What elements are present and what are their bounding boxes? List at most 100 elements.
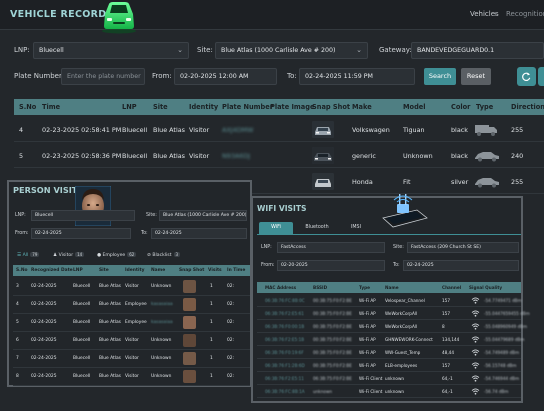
wifi-from-date[interactable]: 02-20-2025 bbox=[277, 260, 385, 271]
gateway-field[interactable]: BANDEVEDGEGUARD0.1 bbox=[411, 42, 544, 59]
people-icon: ☰ bbox=[17, 253, 22, 258]
cell-name[interactable]: kasasaiaa bbox=[151, 320, 173, 325]
col-mac: MAC Address bbox=[265, 285, 297, 290]
table-row[interactable]: 06:3B:76:F2:E5:1B 00:3B:75:F0:F2:BE Wi-Fi … bbox=[257, 334, 524, 346]
lnp-label: LNP: bbox=[14, 46, 30, 54]
col-snapshot: Snap Shot bbox=[312, 103, 351, 111]
col-sno: S.No bbox=[16, 268, 28, 273]
cell-mac[interactable]: 06:3B:76:F0:00:1B bbox=[265, 324, 304, 329]
tab-employee[interactable]: ● Employee 62 bbox=[97, 252, 137, 262]
tab-blacklist[interactable]: ⊘ Blacklist 3 bbox=[147, 252, 181, 262]
table-row[interactable]: 7 02-24-2025 Bluecell Blue Atlas Visitor Unkn… bbox=[13, 350, 250, 368]
plate-number-label: Plate Number: bbox=[14, 72, 65, 80]
from-date-input[interactable]: 02-20-2025 12:00 AM bbox=[174, 68, 277, 85]
person-site-select[interactable]: Blue Atlas (1000 Carlisle Ave # 200) bbox=[159, 210, 247, 221]
vehicle-title: VEHICLE RECORDS bbox=[10, 9, 114, 20]
table-row[interactable]: 06:3B:76:F2:E5:11 06:3B:75:F0:F2:BE Wi-Fi … bbox=[257, 373, 521, 385]
refresh-button[interactable] bbox=[517, 67, 536, 86]
cell-plate-number[interactable]: AXJ4DMW bbox=[222, 126, 253, 134]
wifi-lnp-select[interactable]: FastAccess bbox=[277, 242, 385, 253]
breadcrumb-recognition: Recognition bbox=[506, 10, 544, 18]
cell-time: 02-23-2025 02:58:36 PM bbox=[42, 152, 122, 160]
table-row[interactable]: 6 02-24-2025 Bluecell Blue Atlas Visitor Unkn… bbox=[13, 332, 250, 350]
lnp-select[interactable]: Bluecell ⌄ bbox=[33, 42, 189, 59]
cell-plate-number[interactable]: N93A6DJ bbox=[222, 152, 250, 160]
cell-mac[interactable]: 06:3B:76:F2:E5:61 bbox=[265, 311, 304, 316]
cell-visits: 1 bbox=[210, 284, 213, 289]
table-row[interactable]: 06:3B:76:FC:8B:0C 00:3B:75:F0:F2:BE Wi-Fi … bbox=[257, 295, 522, 307]
snapshot-thumbnail[interactable] bbox=[183, 370, 196, 383]
cell-channel: 134,144 bbox=[442, 337, 460, 342]
table-row[interactable]: 4 02-24-2025 Bluecell Blue Atlas Employee kas… bbox=[13, 296, 250, 314]
col-signal-quality: Signal Quality bbox=[469, 285, 503, 290]
search-button[interactable]: Search bbox=[424, 68, 456, 85]
cell-visits: 1 bbox=[210, 356, 213, 361]
tab-wifi[interactable]: WiFi bbox=[259, 222, 293, 234]
cell-date: 02-24-2025 bbox=[31, 356, 57, 361]
cell-name: Unknown bbox=[151, 284, 172, 289]
table-row[interactable]: 5 02-23-2025 02:58:36 PM Bluecell Blue A… bbox=[14, 144, 544, 168]
table-row[interactable]: 06:3B:76:F1:2B:6D 00:3B:75:F0:F2:BE Wi-Fi … bbox=[257, 360, 521, 372]
snapshot-thumbnail[interactable] bbox=[312, 173, 334, 190]
cell-type: Wi-Fi Client bbox=[359, 376, 383, 381]
cell-type: Wi-Fi AP bbox=[359, 311, 376, 316]
vehicle-table-header: S.No Time LNP Site Identity Plate Number… bbox=[14, 99, 544, 115]
col-name: Name bbox=[385, 285, 399, 290]
tab-bluetooth[interactable]: Bluetooth bbox=[299, 222, 335, 234]
wifi-visits-title: WIFI VISITS bbox=[257, 204, 307, 213]
col-type: Type bbox=[476, 103, 494, 111]
tab-all[interactable]: ☰ All 79 bbox=[17, 252, 40, 262]
cell-name: ELB-employees bbox=[385, 363, 418, 368]
person-icon: ♟ bbox=[53, 253, 58, 258]
person-to-label: To: bbox=[141, 231, 148, 236]
cell-mac[interactable]: 06:3B:76:FC:8B:0C bbox=[265, 298, 305, 303]
tab-visitor[interactable]: ♟ Visitor 14 bbox=[53, 252, 85, 262]
wifi-site-select[interactable]: FastAccess (209 Church St SE) bbox=[407, 242, 519, 253]
cell-identity: Visitor bbox=[125, 356, 139, 361]
wifi-signal-icon bbox=[471, 362, 480, 369]
cell-time: 02-23-2025 02:58:41 PM bbox=[42, 126, 122, 134]
snapshot-thumbnail[interactable] bbox=[183, 334, 196, 347]
snapshot-thumbnail[interactable] bbox=[183, 316, 196, 329]
snapshot-thumbnail[interactable] bbox=[183, 352, 196, 365]
cell-mac[interactable]: 06:3B:76:F1:2B:6D bbox=[265, 363, 305, 368]
cell-identity: Visitor bbox=[125, 374, 139, 379]
cell-mac[interactable]: 06:3B:76:F2:E5:11 bbox=[265, 376, 304, 381]
table-row[interactable]: 06:3B:76:FC:8B:1A unknown Wi-Fi Client unkn… bbox=[257, 386, 521, 398]
cell-lnp: Bluecell bbox=[122, 152, 148, 160]
cell-signal: -54.749489 dBm bbox=[484, 350, 520, 355]
person-to-date[interactable]: 02-24-2025 bbox=[151, 228, 247, 239]
table-row[interactable]: 3 02-24-2025 Bluecell Blue Atlas Visitor Unkn… bbox=[13, 278, 250, 296]
reset-button[interactable]: Reset bbox=[461, 68, 491, 85]
cell-name[interactable]: kasasaiaa bbox=[151, 302, 173, 307]
cell-mac[interactable]: 06:3B:76:F2:E5:1B bbox=[265, 337, 304, 342]
cell-model: Fit bbox=[403, 178, 411, 186]
snapshot-thumbnail[interactable] bbox=[183, 280, 196, 293]
table-row[interactable]: 06:3B:76:F2:E5:61 00:3B:75:F0:F2:BE Wi-Fi … bbox=[257, 308, 530, 320]
wifi-signal-icon bbox=[471, 323, 480, 330]
person-site-value: Blue Atlas (1000 Carlisle Ave # 200) bbox=[163, 213, 247, 218]
table-row[interactable]: 06:3B:76:F0:00:1B 00:3B:75:F0:F2:BE Wi-Fi … bbox=[257, 321, 527, 333]
table-row[interactable]: 5 02-24-2025 Bluecell Blue Atlas Employee kas… bbox=[13, 314, 250, 332]
site-select[interactable]: Blue Atlas (1000 Carlisle Ave # 200) ⌄ bbox=[215, 42, 368, 59]
snapshot-thumbnail[interactable] bbox=[312, 121, 334, 138]
snapshot-thumbnail[interactable] bbox=[312, 147, 334, 164]
plate-number-input[interactable]: Enter the plate number bbox=[61, 68, 145, 85]
to-date-input[interactable]: 02-24-2025 11:59 PM bbox=[299, 68, 415, 85]
person-from-date[interactable]: 02-24-2025 bbox=[31, 228, 131, 239]
person-from-label: From: bbox=[15, 231, 29, 236]
cell-bssid: 00:3B:75:F0:F2:BE bbox=[313, 298, 352, 303]
table-row[interactable]: 06:3B:76:F0:19:6F 00:3B:75:F0:F2:BE Wi-Fi … bbox=[257, 347, 521, 359]
snapshot-thumbnail[interactable] bbox=[183, 298, 196, 311]
cell-mac[interactable]: 06:3B:76:FC:8B:1A bbox=[265, 389, 305, 394]
table-row[interactable]: 8 02-24-2025 Bluecell Blue Atlas Visitor Unkn… bbox=[13, 368, 250, 386]
table-row[interactable]: 4 02-23-2025 02:58:41 PM Bluecell Blue A… bbox=[14, 118, 544, 142]
tab-imsi[interactable]: IMSI bbox=[341, 222, 371, 234]
cell-mac[interactable]: 06:3B:76:F0:19:6F bbox=[265, 350, 304, 355]
scroll-edge-button[interactable] bbox=[538, 67, 544, 86]
person-lnp-select[interactable]: Bluecell bbox=[31, 210, 135, 221]
wifi-to-date[interactable]: 02-24-2025 bbox=[403, 260, 519, 271]
cell-identity: Visitor bbox=[125, 284, 139, 289]
col-sno: S.No bbox=[19, 103, 37, 111]
site-select-value: Blue Atlas (1000 Carlisle Ave # 200) bbox=[221, 47, 336, 54]
